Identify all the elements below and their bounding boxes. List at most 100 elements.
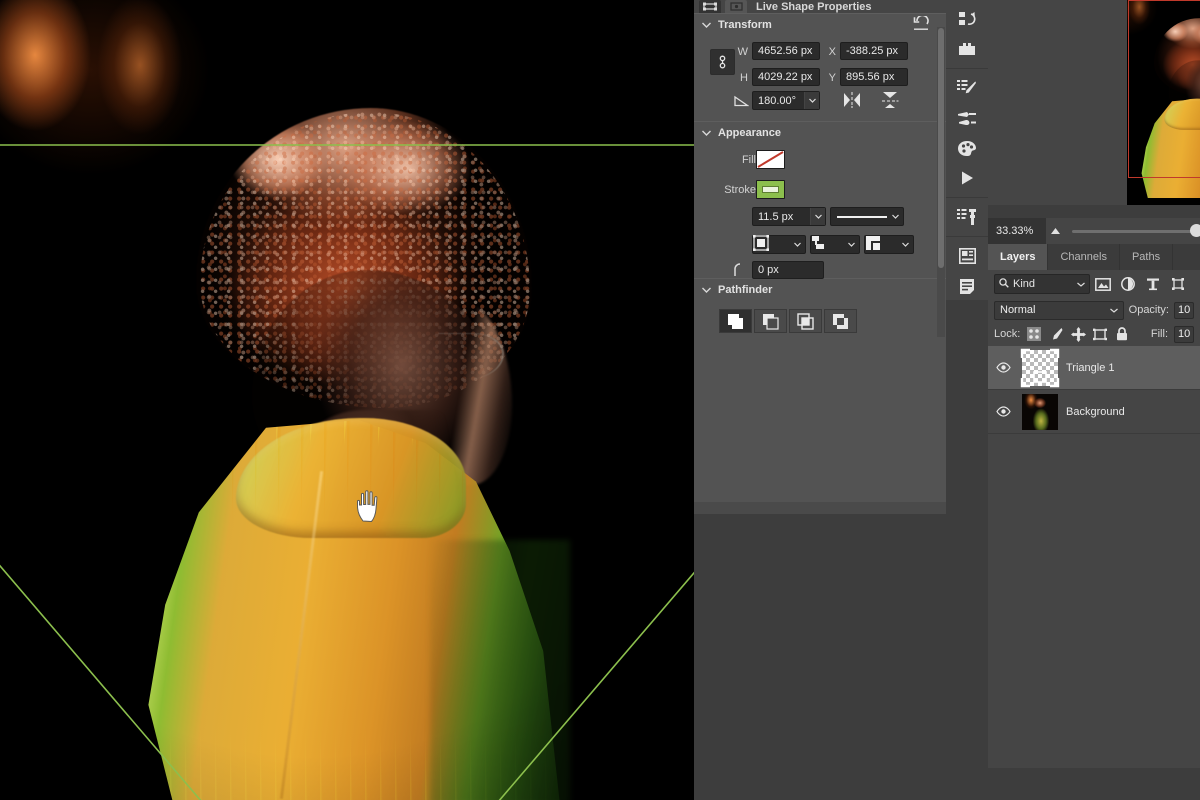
x-input[interactable]: -388.25 px [840,42,908,60]
lock-transparent-pixels-icon[interactable] [1026,325,1042,343]
opacity-input[interactable]: 10 [1174,301,1194,319]
layer-kind-filter[interactable]: Kind [994,274,1090,294]
exclude-overlapping-shapes-button[interactable] [824,309,857,333]
chevron-down-icon[interactable] [702,130,711,136]
chevron-down-icon[interactable] [1109,304,1118,316]
fill-label: Fill [741,154,756,166]
pathfinder-section-header[interactable]: Pathfinder [694,278,946,300]
layer-name-triangle-1[interactable]: Triangle 1 [1066,362,1115,374]
stroke-style-dropdown[interactable] [830,207,904,226]
height-label: H [740,72,748,84]
properties-panel-footer [694,502,946,514]
combine-shapes-button[interactable] [719,309,752,333]
layers-panel: Layers Channels Paths Kind Normal Opacit… [988,244,1200,800]
chevron-down-icon[interactable] [898,236,913,253]
chevron-down-icon[interactable] [804,92,819,109]
chevron-down-icon[interactable] [810,208,825,225]
blend-mode-dropdown[interactable]: Normal [994,300,1124,320]
lock-row: Lock: Fill: 10 [988,322,1200,346]
flip-horizontal-icon[interactable] [842,91,862,112]
corner-radius-icon [734,263,748,280]
zoom-slider[interactable] [1046,218,1200,244]
layers-panel-tabs: Layers Channels Paths [988,244,1200,270]
stroke-corners-icon [865,235,881,254]
rail-group-properties [946,237,988,306]
stroke-align-dropdown[interactable] [752,235,806,254]
corner-radius-input[interactable]: 0 px [752,261,824,279]
filter-shape-layers-icon[interactable] [1165,273,1190,295]
chevron-down-icon[interactable] [888,208,903,225]
swatches-icon[interactable] [946,133,988,163]
stroke-swatch[interactable] [756,180,785,199]
chevron-down-icon[interactable] [790,236,805,253]
navigator-view-box[interactable] [1128,0,1200,178]
panel-icon-rail [946,0,988,306]
properties-icon[interactable] [725,0,747,13]
tab-channels[interactable]: Channels [1048,244,1120,270]
properties-panel-tabbar[interactable]: Live Shape Properties [694,0,946,13]
filter-adjustment-layers-icon[interactable] [1115,273,1140,295]
layer-thumbnail-triangle-1[interactable] [1020,348,1060,387]
layers-list-empty-area[interactable] [988,434,1200,734]
clone-source-icon[interactable] [946,202,988,232]
layer-thumbnail-background[interactable] [1022,393,1058,430]
chevron-down-icon[interactable] [702,22,711,28]
eye-icon[interactable] [992,362,1014,373]
navigator-panel [988,0,1200,218]
chevron-down-icon[interactable] [844,236,859,253]
zoom-slider-handle[interactable] [1190,224,1200,237]
transform-section-header[interactable]: Transform [694,13,946,35]
chevron-down-icon[interactable] [1077,278,1085,290]
properties-icon[interactable] [946,241,988,271]
eye-icon[interactable] [992,406,1014,417]
layers-panel-toolbar[interactable] [988,768,1200,800]
zoom-level-input[interactable]: 33.33% [988,218,1046,244]
filter-pixel-layers-icon[interactable] [1090,273,1115,295]
lock-artboard-nesting-icon[interactable] [1092,325,1108,343]
fill-swatch[interactable] [756,150,785,169]
intersect-shape-areas-button[interactable] [789,309,822,333]
fill-input[interactable]: 10 [1174,325,1194,343]
y-input[interactable]: 895.56 px [840,68,908,86]
solid-line-icon [837,211,887,223]
filter-type-layers-icon[interactable] [1140,273,1165,295]
brush-presets-icon[interactable] [946,103,988,133]
flip-vertical-icon[interactable] [880,90,900,113]
stroke-corners-dropdown[interactable] [864,235,914,254]
document-canvas[interactable] [0,0,694,800]
stroke-width-value: 11.5 px [758,210,794,223]
stroke-width-input[interactable]: 11.5 px [752,207,826,226]
height-input[interactable]: 4029.22 px [752,68,820,86]
tab-paths[interactable]: Paths [1120,244,1174,270]
lock-image-pixels-icon[interactable] [1048,325,1064,343]
appearance-section-header[interactable]: Appearance [694,121,946,143]
brush-settings-icon[interactable] [946,73,988,103]
blend-mode-row: Normal Opacity: 10 [988,298,1200,322]
properties-panel-scrollbar[interactable] [937,27,945,337]
chevron-down-icon[interactable] [702,287,711,293]
y-label: Y [828,72,836,84]
workspace-background [694,514,946,800]
lock-position-icon[interactable] [1070,325,1086,343]
history-icon[interactable] [946,4,988,34]
rail-group-history [946,0,988,69]
layer-name-background[interactable]: Background [1066,406,1125,418]
lock-all-icon[interactable] [1114,325,1130,343]
layer-row-triangle-1[interactable]: Triangle 1 [988,346,1200,390]
live-shape-properties-icon[interactable] [699,0,721,13]
width-input[interactable]: 4652.56 px [752,42,820,60]
zoom-slider-track[interactable] [1072,229,1200,233]
tab-layers[interactable]: Layers [988,244,1049,270]
snapshot-icon[interactable] [946,34,988,64]
zoom-out-mountain-small-icon[interactable] [1050,226,1066,238]
notes-icon[interactable] [946,271,988,301]
shape-path-guides[interactable] [0,0,694,800]
pathfinder-buttons [694,300,946,333]
actions-play-icon[interactable] [946,163,988,193]
angle-input[interactable]: 180.00° [752,91,820,110]
stroke-caps-dropdown[interactable] [810,235,860,254]
subtract-front-shape-button[interactable] [754,309,787,333]
reset-icon[interactable] [913,14,930,34]
layer-row-background[interactable]: Background [988,390,1200,434]
triangle-outline[interactable] [0,144,694,800]
